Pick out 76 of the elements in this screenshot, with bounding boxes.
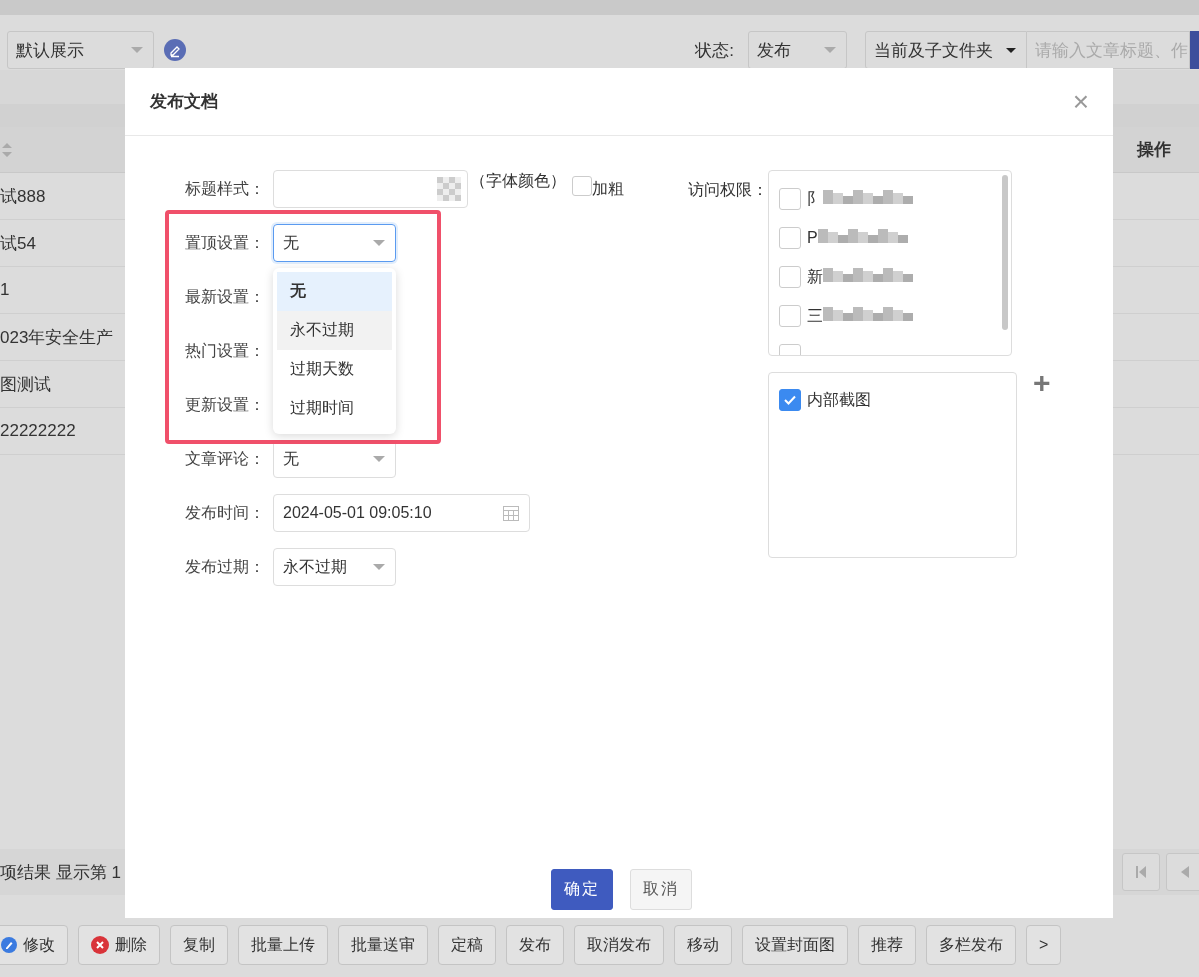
confirm-button[interactable]: 确定 bbox=[551, 869, 613, 910]
field-label: 发布时间： bbox=[184, 502, 265, 523]
folder-select[interactable]: 当前及子文件夹 bbox=[865, 31, 1027, 69]
dropdown-option[interactable]: 永不过期 bbox=[277, 311, 392, 350]
checkbox-label: 加粗 bbox=[592, 178, 624, 199]
checkbox[interactable] bbox=[779, 389, 801, 411]
table-cell-text: 023年安全生产 bbox=[0, 326, 114, 349]
toolbar-button[interactable]: 发布 bbox=[506, 925, 564, 965]
toolbar-button[interactable]: 多栏发布 bbox=[926, 925, 1016, 965]
caret-icon bbox=[824, 47, 836, 53]
pencil-icon bbox=[1, 937, 17, 953]
checkbox-label: 新 bbox=[807, 266, 823, 287]
toolbar-button[interactable]: 批量上传 bbox=[238, 925, 328, 965]
date-field[interactable]: 2024-05-01 09:05:10 bbox=[273, 494, 530, 532]
toolbar-button[interactable]: 移动 bbox=[674, 925, 732, 965]
edit-button[interactable]: 修改 bbox=[0, 925, 68, 965]
toolbar-button[interactable]: 批量送审 bbox=[338, 925, 428, 965]
previous-icon bbox=[1181, 866, 1189, 878]
field-label: 置顶设置： bbox=[184, 232, 265, 253]
dialog-title: 发布文档 bbox=[150, 91, 218, 113]
field-label: 发布过期： bbox=[184, 556, 265, 577]
checkbox-label: P bbox=[807, 229, 818, 247]
toolbar-button[interactable]: 推荐 bbox=[858, 925, 916, 965]
check-icon bbox=[784, 395, 796, 405]
table-cell-text: 试888 bbox=[0, 185, 46, 208]
first-page-button[interactable] bbox=[1122, 853, 1160, 891]
toolbar-button[interactable]: > bbox=[1026, 925, 1062, 965]
field-label: 更新设置： bbox=[184, 394, 265, 415]
field-label: 最新设置： bbox=[184, 286, 265, 307]
select-field[interactable]: 无 bbox=[273, 224, 396, 262]
previous-page-button[interactable] bbox=[1166, 853, 1199, 891]
add-icon[interactable]: + bbox=[1033, 368, 1051, 398]
select-field[interactable]: 永不过期 bbox=[273, 548, 396, 586]
field-label: 热门设置： bbox=[184, 340, 265, 361]
pager-summary: 项结果 显示第 1 bbox=[0, 861, 121, 884]
calendar-icon bbox=[503, 505, 519, 521]
dropdown-option[interactable]: 过期时间 bbox=[277, 389, 392, 428]
dropdown-option[interactable]: 过期天数 bbox=[277, 350, 392, 389]
checkbox[interactable] bbox=[779, 305, 801, 327]
hint-text: （字体颜色） bbox=[470, 170, 566, 191]
caret-icon bbox=[373, 564, 385, 570]
table-cell-text: 试54 bbox=[0, 232, 36, 255]
caret-icon bbox=[373, 240, 385, 246]
checkbox[interactable] bbox=[779, 188, 801, 210]
table-cell: 22222222 bbox=[0, 421, 76, 441]
toolbar-button[interactable]: 取消发布 bbox=[574, 925, 664, 965]
color-field[interactable] bbox=[273, 170, 468, 208]
view-select[interactable]: 默认展示 bbox=[7, 31, 154, 69]
field-label: 标题样式： bbox=[184, 178, 265, 199]
caret-icon bbox=[373, 456, 385, 462]
checkbox[interactable] bbox=[572, 176, 592, 196]
field-label: 文章评论： bbox=[184, 448, 265, 469]
toolbar-button[interactable]: 设置封面图 bbox=[742, 925, 848, 965]
table-cell-text: 图测试 bbox=[0, 373, 51, 396]
caret-icon bbox=[1006, 47, 1016, 53]
caret-icon bbox=[131, 47, 143, 53]
toolbar-button[interactable]: 复制 bbox=[170, 925, 228, 965]
status-label: 状态: bbox=[695, 39, 734, 62]
close-icon bbox=[91, 936, 109, 954]
sort-icon bbox=[1, 141, 13, 158]
color-swatch-icon bbox=[437, 177, 461, 201]
checkbox-label: 内部截图 bbox=[807, 389, 871, 410]
checkbox-label: 三 bbox=[807, 305, 823, 326]
table-cell: 1 bbox=[0, 280, 10, 300]
delete-button[interactable]: 删除 bbox=[78, 925, 160, 965]
checkbox-label: 阝 bbox=[807, 188, 823, 209]
status-select[interactable]: 发布 bbox=[748, 31, 847, 69]
edit-icon bbox=[164, 39, 186, 61]
cancel-button[interactable]: 取消 bbox=[630, 869, 692, 910]
toolbar-button[interactable]: 定稿 bbox=[438, 925, 496, 965]
first-page-icon bbox=[1136, 866, 1146, 878]
dropdown-option[interactable]: 无 bbox=[277, 272, 392, 311]
checkbox[interactable] bbox=[779, 266, 801, 288]
side-tab[interactable] bbox=[1190, 31, 1199, 69]
column-header: 操作 bbox=[1137, 139, 1171, 161]
checkbox[interactable] bbox=[779, 227, 801, 249]
